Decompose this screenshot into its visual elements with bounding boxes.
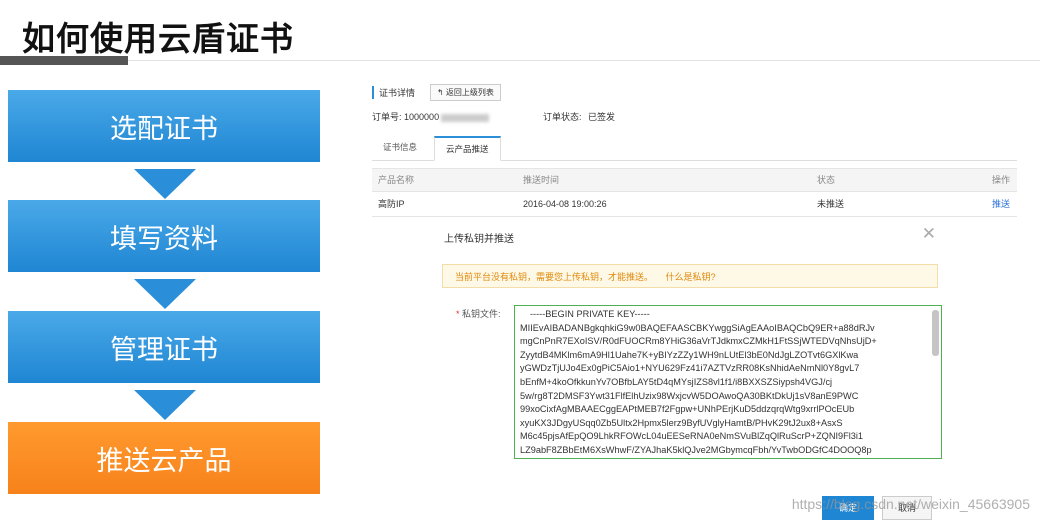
- down-arrow-icon: [134, 169, 196, 199]
- col-push-time: 推送时间: [523, 175, 560, 185]
- key-line: MIIEvAIBADANBgkqhkiG9w0BAQEFAASCBKYwggSi…: [520, 322, 875, 333]
- order-number-value: 1000000: [404, 112, 440, 122]
- breadcrumb: 证书详情: [372, 86, 415, 99]
- back-to-list-button[interactable]: ↰ 返回上级列表: [430, 84, 501, 101]
- key-line: xyuKX3JDgyUSqq0Zb5Ultx2Hpmx5lerz9ByfUVgl…: [520, 417, 843, 428]
- down-arrow-icon: [134, 279, 196, 309]
- key-line: LZ9abF8ZBbEtM6XsWhwF/ZYAJhaK5klQJve2MGby…: [520, 444, 872, 455]
- modal-title: 上传私钥并推送: [444, 234, 514, 245]
- watermark: https://blog.csdn.net/weixin_45663905: [791, 496, 1030, 512]
- order-number: 订单号: 1000000: [372, 110, 490, 123]
- order-status-value: 已签发: [588, 112, 616, 122]
- private-key-text: -----BEGIN PRIVATE KEY----- MIIEvAIBADANB…: [520, 308, 927, 458]
- key-line: -----BEGIN PRIVATE KEY-----: [530, 309, 650, 319]
- order-status-label: 订单状态:: [543, 112, 582, 122]
- key-line: M6c45pjsAfEpQO9LhkRFOWcL04uEESeRNA0eNmSV…: [520, 431, 864, 442]
- key-line: 5w/rg8T2DMSF3Ywt31FlfElhUzix98WxjcvW5DOA…: [520, 390, 859, 401]
- step-push-cloud: 推送云产品: [8, 422, 320, 494]
- slide-title: 如何使用云盾证书: [22, 19, 294, 58]
- warning-text: 当前平台没有私钥，需要您上传私钥，才能推送。: [455, 272, 654, 282]
- cell-status: 未推送: [817, 199, 845, 209]
- tab-cloud-push[interactable]: 云产品推送: [434, 136, 501, 161]
- tab-bar: 证书信息 云产品推送: [372, 136, 1017, 161]
- private-key-textarea[interactable]: -----BEGIN PRIVATE KEY----- MIIEvAIBADANB…: [514, 305, 942, 459]
- step-select-cert: 选配证书: [8, 90, 320, 162]
- order-status: 订单状态: 已签发: [543, 110, 615, 123]
- key-line: mgCnPnR7EXoISV/R0dFUOCRm8YHiG36aVrTJdkmx…: [520, 336, 877, 347]
- key-line: bEnfM+4koOfkkunYv7OBfbLAY5tD4qMYsjIZS8vl…: [520, 376, 833, 387]
- title-underline-bar: [0, 56, 128, 65]
- push-link[interactable]: 推送: [992, 192, 1010, 216]
- key-file-label-text: 私钥文件:: [462, 309, 501, 319]
- key-line: ZyytdB4MKlm6mA9Hl1Uahe7K+yBIYzZZy1WH9nLU…: [520, 349, 859, 360]
- col-product: 产品名称: [378, 175, 415, 185]
- close-icon[interactable]: ✕: [922, 224, 936, 244]
- warning-banner: 当前平台没有私钥，需要您上传私钥，才能推送。 什么是私钥?: [442, 264, 938, 288]
- step-manage-cert: 管理证书: [8, 311, 320, 383]
- col-action: 操作: [992, 175, 1011, 185]
- key-file-label: * 私钥文件:: [456, 307, 501, 320]
- table-row: 高防IP 2016-04-08 19:00:26 未推送 推送: [372, 192, 1017, 217]
- cell-push-time: 2016-04-08 19:00:26: [523, 199, 607, 209]
- table-header: 产品名称 推送时间 状态 操作: [372, 168, 1017, 192]
- order-number-label: 订单号:: [372, 112, 402, 122]
- textarea-scrollbar[interactable]: [932, 310, 939, 356]
- what-is-private-key-link[interactable]: 什么是私钥?: [666, 272, 716, 282]
- cell-product: 高防IP: [378, 199, 405, 209]
- upload-key-modal: 上传私钥并推送 ✕ 当前平台没有私钥，需要您上传私钥，才能推送。 什么是私钥? …: [434, 222, 954, 527]
- down-arrow-icon: [134, 390, 196, 420]
- order-number-blur: [441, 113, 490, 122]
- step-fill-info: 填写资料: [8, 200, 320, 272]
- required-mark: *: [456, 309, 460, 319]
- key-line: 99xoCixfAgMBAAECggEAPtMEB7f2Fgpw+UNhPErj…: [520, 404, 855, 415]
- key-line: yGWDzTjUJo4Ex0gPiC5Aio1+NYU629Fz41i7AZTV…: [520, 363, 860, 374]
- col-status: 状态: [817, 175, 836, 185]
- tab-cert-info[interactable]: 证书信息: [372, 136, 428, 159]
- title-divider: [128, 60, 1040, 61]
